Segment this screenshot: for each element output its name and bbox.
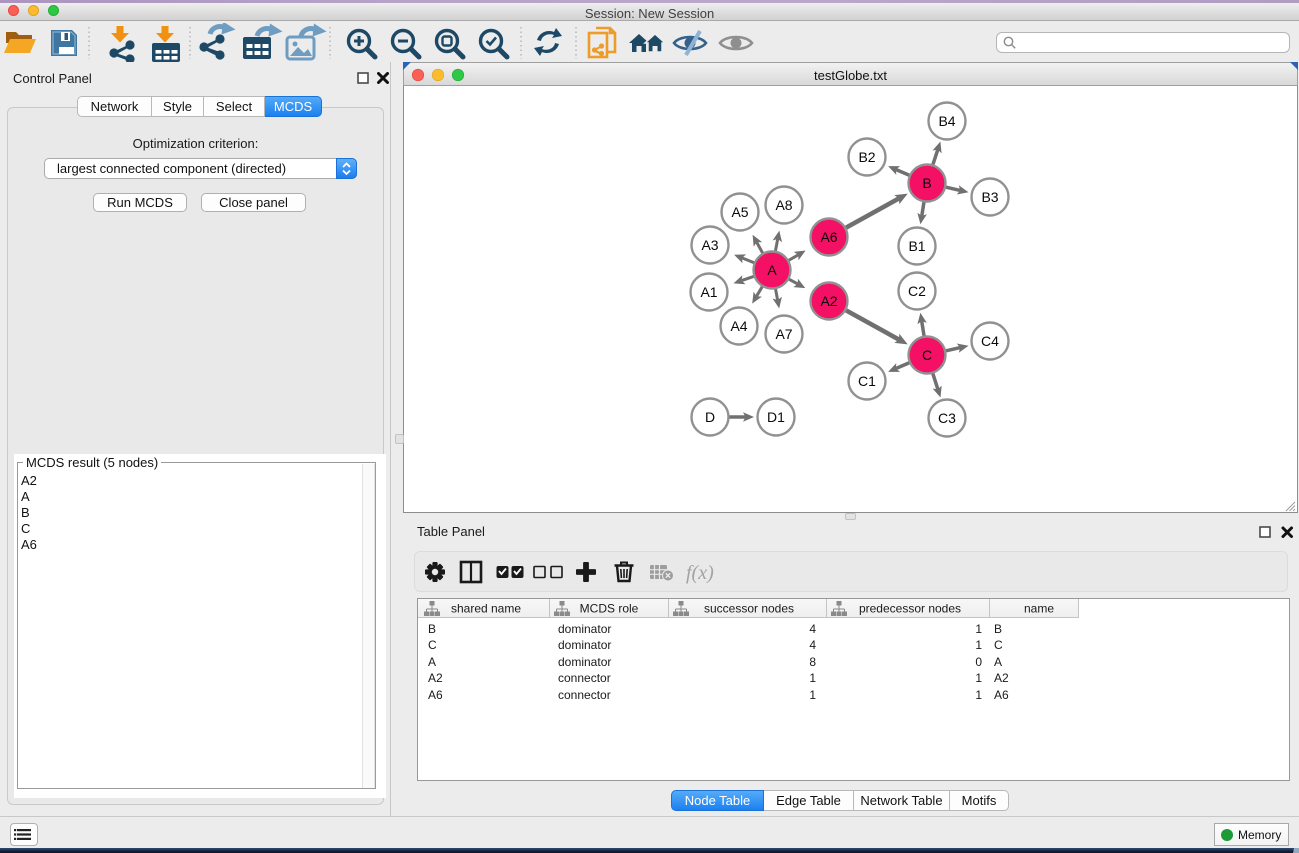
svg-text:dominator: dominator	[558, 655, 611, 669]
svg-text:MCDS role: MCDS role	[580, 602, 639, 616]
svg-text:A8: A8	[775, 197, 792, 213]
svg-text:f(x): f(x)	[686, 562, 714, 584]
svg-text:B1: B1	[908, 238, 925, 254]
svg-text:1: 1	[975, 671, 982, 685]
svg-text:C: C	[994, 638, 1003, 652]
svg-text:predecessor nodes: predecessor nodes	[859, 602, 961, 616]
svg-text:C: C	[922, 347, 932, 363]
svg-text:A6: A6	[820, 229, 837, 245]
svg-text:B2: B2	[858, 149, 875, 165]
svg-text:C1: C1	[858, 373, 876, 389]
svg-text:A: A	[767, 262, 777, 278]
svg-text:dominator: dominator	[558, 622, 611, 636]
svg-text:A2: A2	[820, 293, 837, 309]
svg-text:A: A	[994, 655, 1002, 669]
svg-text:successor nodes: successor nodes	[704, 602, 794, 616]
svg-text:A5: A5	[731, 204, 748, 220]
svg-text:1: 1	[809, 671, 816, 685]
svg-text:0: 0	[975, 655, 982, 669]
svg-text:connector: connector	[558, 688, 611, 702]
svg-text:A2: A2	[994, 671, 1009, 685]
svg-text:C: C	[428, 638, 437, 652]
svg-text:A4: A4	[730, 318, 747, 334]
svg-text:C2: C2	[908, 283, 926, 299]
svg-text:1: 1	[975, 688, 982, 702]
svg-text:D: D	[705, 409, 715, 425]
svg-text:A6: A6	[428, 688, 443, 702]
svg-text:B: B	[428, 622, 436, 636]
svg-text:B: B	[922, 175, 931, 191]
svg-text:A: A	[428, 655, 436, 669]
svg-text:C3: C3	[938, 410, 956, 426]
svg-text:A1: A1	[700, 284, 717, 300]
svg-text:name: name	[1024, 602, 1054, 616]
svg-text:4: 4	[809, 622, 816, 636]
svg-text:connector: connector	[558, 671, 611, 685]
svg-text:1: 1	[809, 688, 816, 702]
svg-text:D1: D1	[767, 409, 785, 425]
svg-text:4: 4	[809, 638, 816, 652]
svg-text:A2: A2	[428, 671, 443, 685]
svg-text:1: 1	[975, 638, 982, 652]
svg-text:B4: B4	[938, 113, 955, 129]
svg-text:A7: A7	[775, 326, 792, 342]
svg-text:B3: B3	[981, 189, 998, 205]
svg-text:C4: C4	[981, 333, 999, 349]
svg-text:8: 8	[809, 655, 816, 669]
svg-text:A6: A6	[994, 688, 1009, 702]
svg-text:A3: A3	[701, 237, 718, 253]
svg-text:dominator: dominator	[558, 638, 611, 652]
svg-text:B: B	[994, 622, 1002, 636]
svg-text:1: 1	[975, 622, 982, 636]
svg-text:shared name: shared name	[451, 602, 521, 616]
